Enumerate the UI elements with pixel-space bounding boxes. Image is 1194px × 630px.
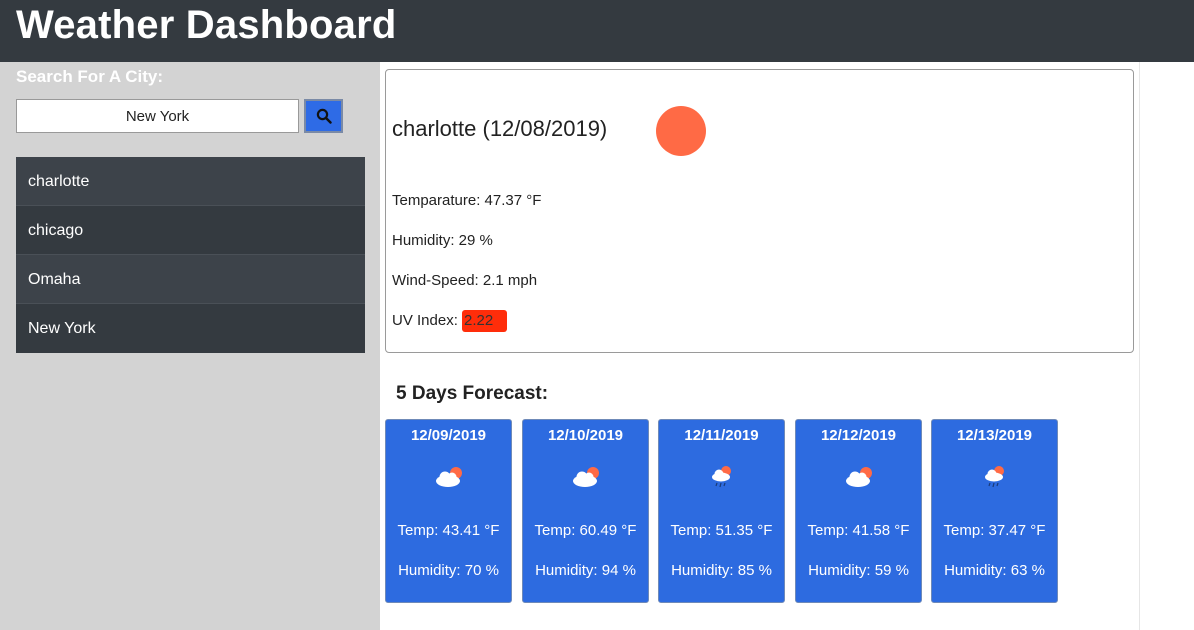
search-button[interactable] xyxy=(304,99,343,133)
forecast-date: 12/10/2019 xyxy=(547,427,624,444)
history-item-new-york[interactable]: New York xyxy=(16,304,365,353)
forecast-date: 12/11/2019 xyxy=(684,427,759,444)
humidity-text: Humidity: 29 % xyxy=(392,232,493,249)
cloud-sun-icon xyxy=(436,467,462,487)
cloud-sun-icon xyxy=(846,467,872,487)
search-icon xyxy=(316,108,332,124)
cloud-rain-sun-icon xyxy=(985,466,1004,488)
uv-index-label: UV Index: xyxy=(392,311,463,329)
page-title: Weather Dashboard xyxy=(16,3,397,47)
history-item-omaha[interactable]: Omaha xyxy=(16,255,365,304)
cloud-rain-sun-icon xyxy=(712,466,731,488)
forecast-humidity: Humidity: 59 % xyxy=(808,562,909,579)
forecast-date: 12/09/2019 xyxy=(410,427,487,444)
forecast-card: 12/12/2019 Temp: 41.58 °F Humidity: 59 % xyxy=(795,419,922,603)
sun-icon xyxy=(656,106,706,156)
history-item-chicago[interactable]: chicago xyxy=(16,206,365,255)
forecast-humidity: Humidity: 94 % xyxy=(535,562,636,579)
forecast-card: 12/10/2019 Temp: 60.49 °F Humidity: 94 % xyxy=(522,419,649,603)
app-header: Weather Dashboard xyxy=(0,0,1194,62)
forecast-card: 12/11/2019 Temp: 51.35 °F Humidity: 85 % xyxy=(658,419,785,603)
uv-index-badge: 2.22 xyxy=(462,310,508,332)
forecast-temp: Temp: 60.49 °F xyxy=(534,522,637,539)
cloud-sun-icon xyxy=(573,467,599,487)
wind-speed-text: Wind-Speed: 2.1 mph xyxy=(392,272,538,289)
forecast-humidity: Humidity: 63 % xyxy=(944,562,1045,579)
sidebar: Search For A City: charlotte chicago Oma… xyxy=(0,62,380,630)
search-history-list: charlotte chicago Omaha New York xyxy=(16,157,365,353)
forecast-date: 12/12/2019 xyxy=(820,427,897,444)
forecast-temp: Temp: 37.47 °F xyxy=(943,522,1046,539)
forecast-card: 12/13/2019 Temp: 37.47 °F Humidity: 63 % xyxy=(931,419,1058,603)
history-item-charlotte[interactable]: charlotte xyxy=(16,157,365,206)
forecast-title: 5 Days Forecast: xyxy=(396,383,549,404)
temperature-text: Temparature: 47.37 °F xyxy=(392,192,542,209)
forecast-card: 12/09/2019 Temp: 43.41 °F Humidity: 70 % xyxy=(385,419,512,603)
search-input[interactable] xyxy=(16,99,299,133)
forecast-humidity: Humidity: 85 % xyxy=(671,562,772,579)
forecast-temp: Temp: 41.58 °F xyxy=(807,522,910,539)
forecast-date: 12/13/2019 xyxy=(956,427,1033,444)
current-weather-card: charlotte (12/08/2019) Temparature: 47.3… xyxy=(385,69,1134,353)
search-label: Search For A City: xyxy=(16,67,164,86)
forecast-temp: Temp: 51.35 °F xyxy=(670,522,773,539)
main-content: charlotte (12/08/2019) Temparature: 47.3… xyxy=(380,62,1140,630)
forecast-temp: Temp: 43.41 °F xyxy=(397,522,500,539)
forecast-humidity: Humidity: 70 % xyxy=(398,562,499,579)
uv-index-row: UV Index: 2.22 xyxy=(392,310,508,332)
current-city-title: charlotte (12/08/2019) xyxy=(392,116,608,141)
